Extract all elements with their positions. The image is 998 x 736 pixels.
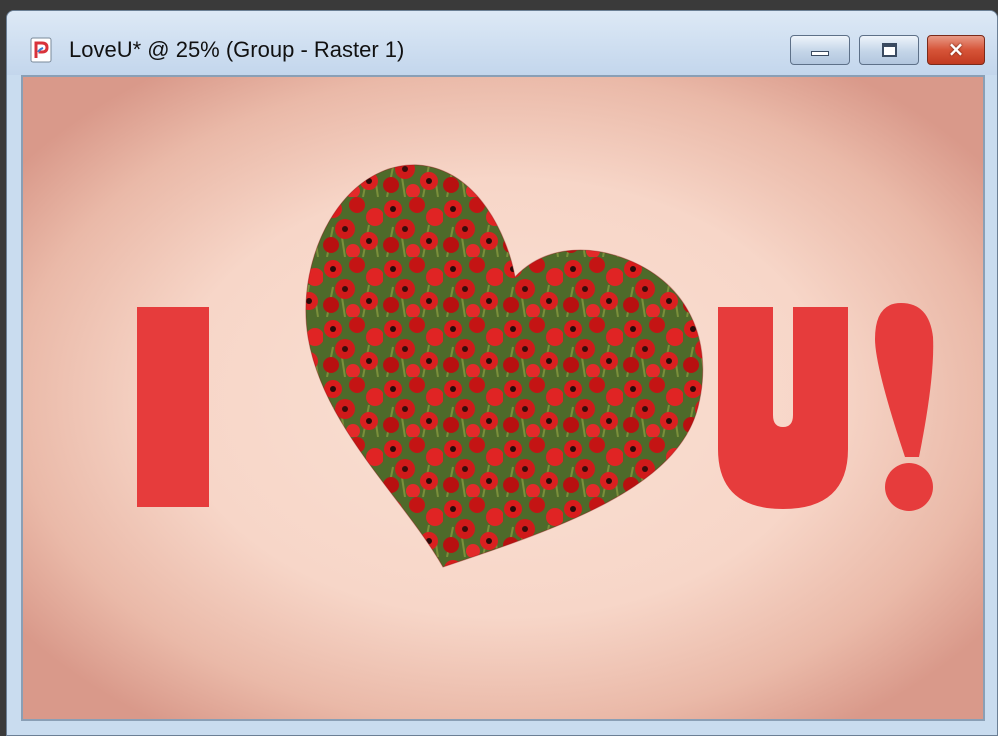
- paintshop-app-icon: [30, 37, 52, 63]
- love-artwork: [137, 164, 934, 568]
- close-icon: ×: [947, 37, 965, 61]
- close-button[interactable]: ×: [927, 35, 985, 65]
- image-document-window: LoveU* @ 25% (Group - Raster 1) ×: [6, 10, 998, 736]
- letter-u-shape: [718, 307, 848, 509]
- letter-i-shape: [137, 307, 209, 507]
- minimize-icon: [811, 51, 829, 56]
- image-canvas[interactable]: [23, 77, 983, 719]
- exclamation-shape: [875, 303, 934, 511]
- window-title: LoveU* @ 25% (Group - Raster 1): [69, 37, 405, 62]
- canvas-frame: [21, 75, 985, 721]
- poppy-heart-image: [305, 164, 704, 568]
- title-bar[interactable]: LoveU* @ 25% (Group - Raster 1) ×: [7, 11, 997, 75]
- maximize-icon: [882, 43, 897, 57]
- maximize-button[interactable]: [859, 35, 919, 65]
- minimize-button[interactable]: [790, 35, 850, 65]
